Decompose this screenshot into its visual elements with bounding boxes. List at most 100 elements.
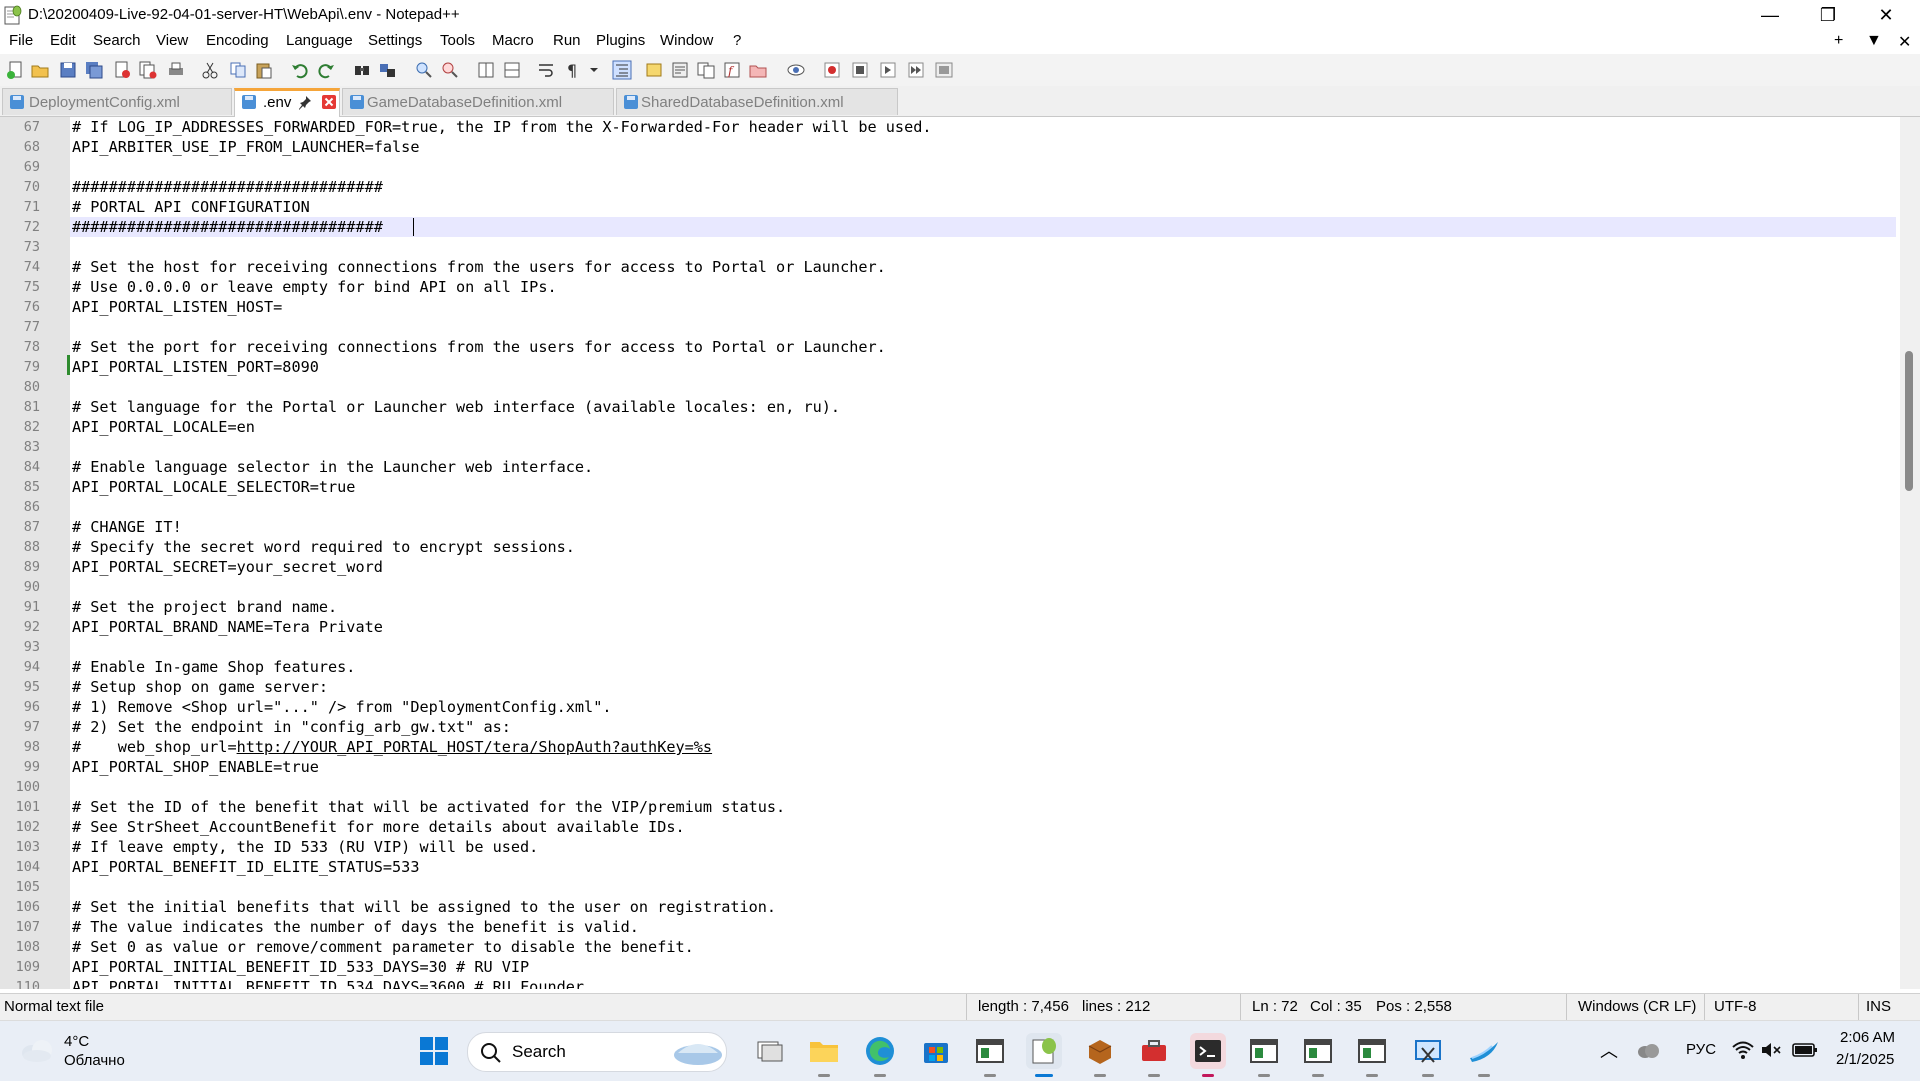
taskbar-snipping-tool[interactable]	[1410, 1033, 1446, 1077]
code-line[interactable]: API_PORTAL_INITIAL_BENEFIT_ID_533_DAYS=3…	[72, 957, 529, 977]
close-all-icon[interactable]	[138, 60, 158, 80]
function-list-icon[interactable]: f	[722, 60, 742, 80]
volume-muted-icon[interactable]	[1760, 1040, 1782, 1060]
line-number[interactable]: 70	[24, 177, 40, 197]
line-number[interactable]: 103	[16, 837, 40, 857]
taskbar-app-window-2[interactable]	[1246, 1033, 1282, 1077]
code-line[interactable]: # Specify the secret word required to en…	[72, 537, 575, 557]
taskbar-file-explorer[interactable]	[806, 1033, 842, 1077]
code-line[interactable]: # Set the host for receiving connections…	[72, 257, 886, 277]
code-line[interactable]: # If leave empty, the ID 533 (RU VIP) wi…	[72, 837, 538, 857]
close-button[interactable]: ✕	[1858, 0, 1914, 30]
line-number[interactable]: 83	[24, 437, 40, 457]
run-macro-multiple-icon[interactable]	[906, 60, 926, 80]
line-number[interactable]: 95	[24, 677, 40, 697]
code-line[interactable]: API_PORTAL_INITIAL_BENEFIT_ID_534_DAYS=3…	[72, 977, 584, 989]
wifi-icon[interactable]	[1732, 1040, 1754, 1060]
taskbar-notepadpp[interactable]	[1026, 1033, 1062, 1077]
redo-icon[interactable]	[316, 60, 336, 80]
minimize-button[interactable]: —	[1742, 0, 1798, 30]
sync-horizontal-icon[interactable]	[502, 60, 522, 80]
line-number[interactable]: 76	[24, 297, 40, 317]
code-line[interactable]: # Set the project brand name.	[72, 597, 337, 617]
indent-guide-icon[interactable]	[612, 60, 632, 80]
code-line[interactable]: ##################################	[72, 217, 383, 237]
line-number[interactable]: 94	[24, 657, 40, 677]
restore-button[interactable]: ❐	[1800, 0, 1856, 30]
line-number[interactable]: 110	[16, 977, 40, 989]
word-wrap-icon[interactable]	[536, 60, 556, 80]
close-document-button[interactable]: ✕	[1898, 32, 1911, 52]
task-view-button[interactable]	[752, 1033, 788, 1069]
code-line[interactable]: API_PORTAL_LOCALE=en	[72, 417, 255, 437]
copy-icon[interactable]	[228, 60, 248, 80]
code-text[interactable]: # If LOG_IP_ADDRESSES_FORWARDED_FOR=true…	[72, 117, 1892, 989]
code-line[interactable]: API_PORTAL_SHOP_ENABLE=true	[72, 757, 319, 777]
doc-list-icon[interactable]	[696, 60, 716, 80]
menu-view[interactable]: View	[156, 32, 188, 49]
status-encoding[interactable]: UTF-8	[1714, 998, 1757, 1015]
line-number[interactable]: 75	[24, 277, 40, 297]
line-number[interactable]: 73	[24, 237, 40, 257]
line-number[interactable]: 80	[24, 377, 40, 397]
taskbar-cloud-app[interactable]	[1466, 1033, 1502, 1077]
code-line[interactable]: API_PORTAL_LISTEN_PORT=8090	[72, 357, 319, 377]
code-line[interactable]: API_PORTAL_LISTEN_HOST=	[72, 297, 282, 317]
line-number[interactable]: 97	[24, 717, 40, 737]
zoom-out-icon[interactable]	[440, 60, 460, 80]
code-line[interactable]: # The value indicates the number of days…	[72, 917, 639, 937]
code-line[interactable]: # Enable In-game Shop features.	[72, 657, 355, 677]
line-number[interactable]: 99	[24, 757, 40, 777]
tab-list-dropdown[interactable]: ▼	[1866, 32, 1882, 50]
line-number[interactable]: 82	[24, 417, 40, 437]
input-language[interactable]: РУС	[1686, 1041, 1716, 1058]
tab-shareddatabasedefinition[interactable]: SharedDatabaseDefinition.xml	[616, 88, 898, 115]
taskbar-search[interactable]: Search	[467, 1032, 727, 1072]
line-number[interactable]: 85	[24, 477, 40, 497]
code-line[interactable]: API_PORTAL_LOCALE_SELECTOR=true	[72, 477, 355, 497]
code-line[interactable]: # 2) Set the endpoint in "config_arb_gw.…	[72, 717, 511, 737]
line-number[interactable]: 69	[24, 157, 40, 177]
line-number[interactable]: 89	[24, 557, 40, 577]
menu-search[interactable]: Search	[93, 32, 141, 49]
line-number[interactable]: 87	[24, 517, 40, 537]
line-number[interactable]: 81	[24, 397, 40, 417]
print-icon[interactable]	[166, 60, 186, 80]
vertical-scrollbar[interactable]	[1900, 117, 1920, 989]
show-hidden-icons-chevron-up-icon[interactable]: ︿	[1600, 1037, 1618, 1063]
clock-date[interactable]: 2/1/2025	[1836, 1051, 1894, 1068]
line-number[interactable]: 88	[24, 537, 40, 557]
code-line[interactable]: # Setup shop on game server:	[72, 677, 328, 697]
open-file-icon[interactable]	[30, 60, 50, 80]
line-number[interactable]: 84	[24, 457, 40, 477]
code-line[interactable]: # web_shop_url=http://YOUR_API_PORTAL_HO…	[72, 737, 712, 757]
menu-help[interactable]: ?	[733, 32, 741, 49]
line-number[interactable]: 93	[24, 637, 40, 657]
code-line[interactable]: # See StrSheet_AccountBenefit for more d…	[72, 817, 685, 837]
battery-icon[interactable]	[1792, 1042, 1818, 1058]
undo-icon[interactable]	[290, 60, 310, 80]
clock-time[interactable]: 2:06 AM	[1840, 1029, 1895, 1046]
code-line[interactable]: API_PORTAL_BENEFIT_ID_ELITE_STATUS=533	[72, 857, 419, 877]
line-number[interactable]: 77	[24, 317, 40, 337]
line-number[interactable]: 107	[16, 917, 40, 937]
status-line[interactable]: Ln : 72	[1252, 998, 1298, 1015]
line-number[interactable]: 101	[16, 797, 40, 817]
line-number[interactable]: 67	[24, 117, 40, 137]
code-line[interactable]: # If LOG_IP_ADDRESSES_FORWARDED_FOR=true…	[72, 117, 932, 137]
menu-run[interactable]: Run	[553, 32, 581, 49]
menu-settings[interactable]: Settings	[368, 32, 422, 49]
doc-map-icon[interactable]	[670, 60, 690, 80]
line-number[interactable]: 74	[24, 257, 40, 277]
code-line[interactable]: # Set 0 as value or remove/comment param…	[72, 937, 694, 957]
line-number[interactable]: 100	[16, 777, 40, 797]
start-button[interactable]	[416, 1033, 452, 1069]
udl-icon[interactable]	[644, 60, 664, 80]
code-line[interactable]: # Set the ID of the benefit that will be…	[72, 797, 785, 817]
chevron-down-icon[interactable]	[588, 60, 600, 80]
menu-plugins[interactable]: Plugins	[596, 32, 645, 49]
taskbar-app-window-4[interactable]	[1354, 1033, 1390, 1077]
sync-vertical-icon[interactable]	[476, 60, 496, 80]
show-all-characters-icon[interactable]: ¶	[562, 60, 582, 80]
line-number[interactable]: 102	[16, 817, 40, 837]
